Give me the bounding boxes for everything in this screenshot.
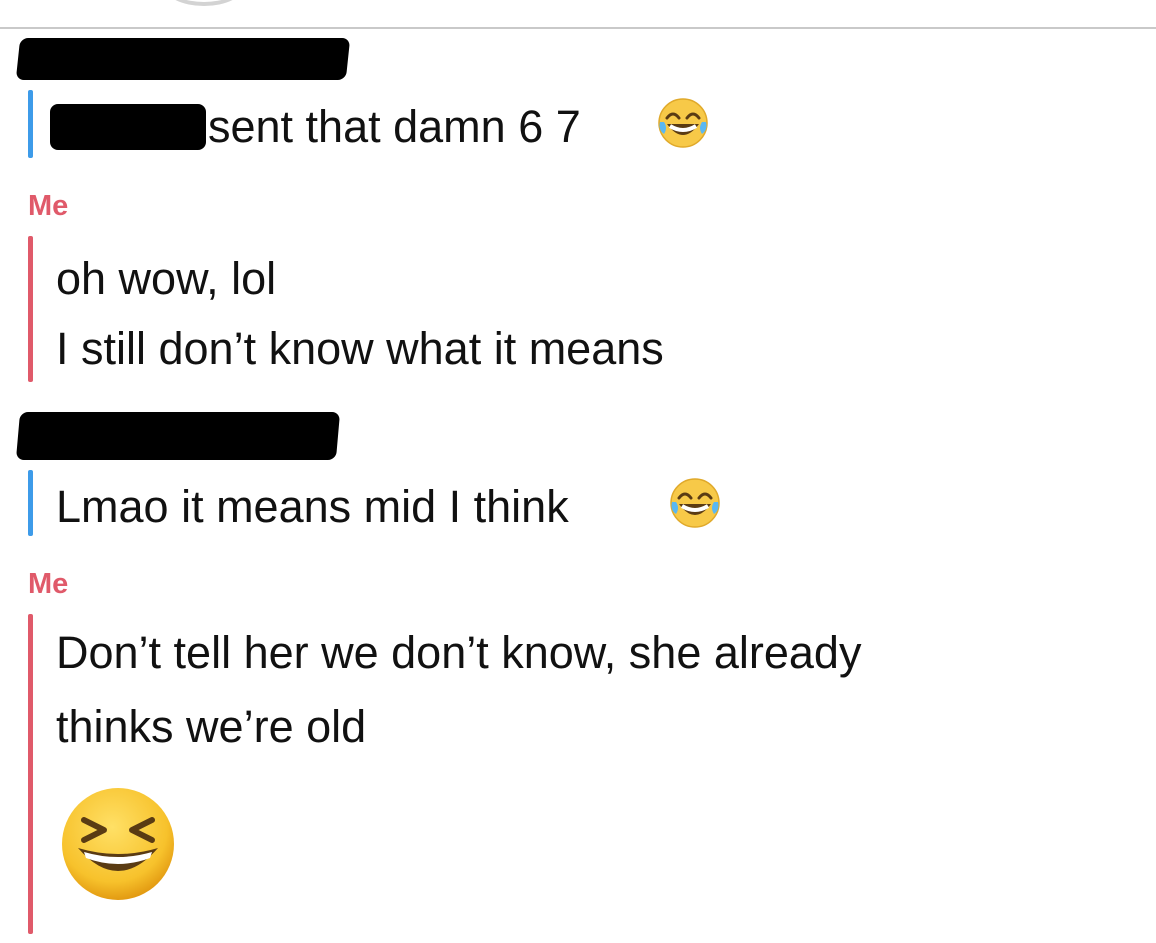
message-text: thinks we’re old <box>56 701 367 752</box>
redacted-sender-name <box>15 38 351 80</box>
message-accent-bar <box>28 614 33 934</box>
face-with-tears-of-joy-icon <box>658 98 708 148</box>
message-accent-bar <box>28 470 33 536</box>
face-with-tears-of-joy-icon <box>670 478 720 528</box>
message-text: Lmao it means mid I think <box>56 481 569 532</box>
sender-label: Me <box>28 568 69 600</box>
header-divider <box>0 27 1156 29</box>
message-text: oh wow, lol <box>56 253 277 304</box>
avatar-edge <box>164 0 244 6</box>
message-text: sent that damn 6 7 <box>208 101 581 152</box>
grinning-squinting-face-icon <box>62 788 174 900</box>
message-text: Don’t tell her we don’t know, she alread… <box>56 627 862 678</box>
message-accent-bar <box>28 236 33 382</box>
message-accent-bar <box>28 90 33 158</box>
message-text: I still don’t know what it means <box>56 323 664 374</box>
sender-label: Me <box>28 190 69 222</box>
redacted-sender-name <box>15 412 341 460</box>
redacted-name-in-text <box>50 104 206 150</box>
